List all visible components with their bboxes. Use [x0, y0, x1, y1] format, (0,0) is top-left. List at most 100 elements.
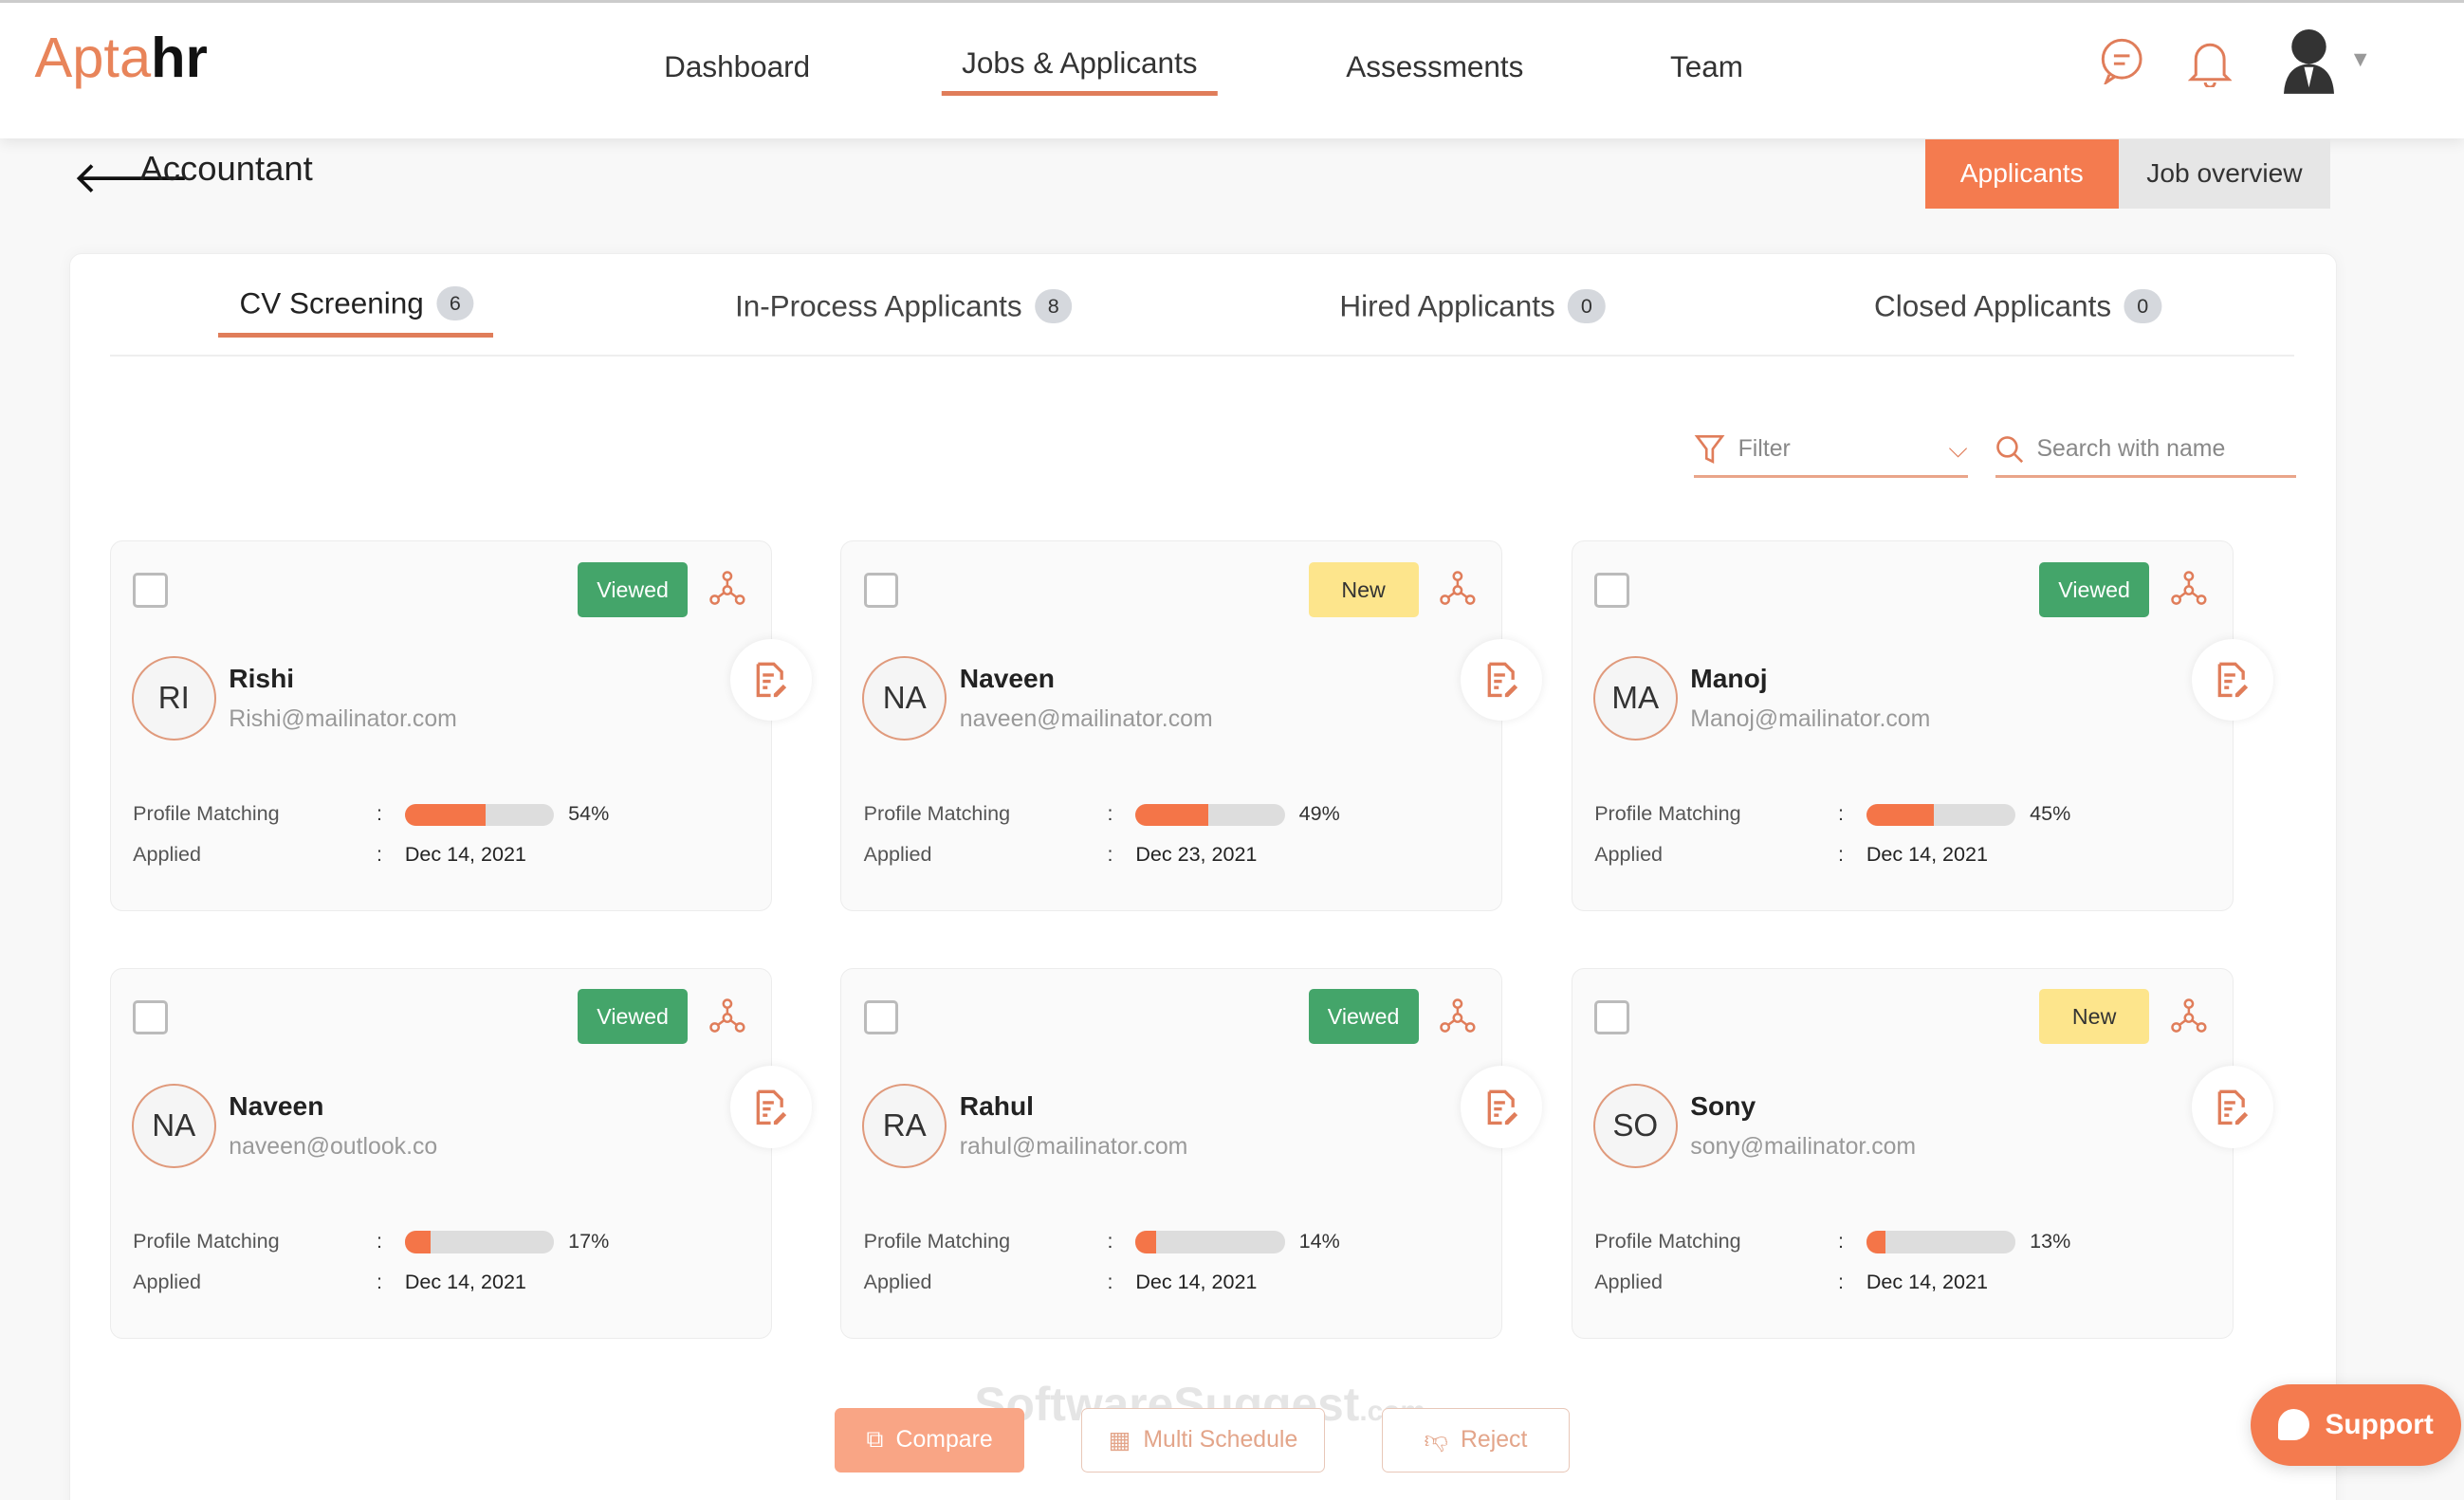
network-share-icon[interactable]	[2170, 997, 2208, 1035]
applied-label: Applied	[863, 1270, 932, 1293]
applicant-email: sony@mailinator.com	[1690, 1133, 1917, 1160]
applicant-email: naveen@outlook.co	[229, 1133, 438, 1160]
applied-label: Applied	[133, 1270, 201, 1293]
colon: :	[377, 1229, 382, 1253]
applied-date: Dec 23, 2021	[1135, 843, 1258, 867]
profile-match-percent: 14%	[1298, 1229, 1340, 1253]
tab-in-process[interactable]: In-Process Applicants 8	[735, 288, 1073, 324]
colon: :	[1838, 1229, 1845, 1253]
user-avatar-icon[interactable]	[2279, 25, 2339, 95]
applied-label: Applied	[133, 843, 201, 867]
profile-match-fill	[1866, 803, 1934, 826]
select-checkbox[interactable]	[1594, 573, 1629, 608]
applicant-name[interactable]: Naveen	[960, 664, 1055, 694]
tab-hired[interactable]: Hired Applicants 0	[1339, 288, 1606, 324]
applicant-name[interactable]: Sony	[1690, 1091, 1756, 1122]
resume-edit-button[interactable]	[1461, 638, 1543, 721]
applicant-card[interactable]: New NA Naveen naveen@mailinator.com Prof…	[840, 540, 1543, 912]
aptahr-logo[interactable]: Aptahr	[34, 25, 207, 90]
applicants-toggle[interactable]: Applicants	[1924, 139, 2119, 210]
status-badge: Viewed	[2039, 561, 2150, 617]
applicant-email: Rishi@mailinator.com	[229, 705, 457, 732]
nav-team[interactable]: Team	[1670, 50, 1743, 84]
avatar: RI	[131, 655, 216, 741]
count-badge: 8	[1034, 288, 1073, 324]
thumbs-down-icon: 👎︎	[1424, 1427, 1448, 1454]
avatar: SO	[1592, 1083, 1678, 1169]
applied-label: Applied	[863, 843, 932, 867]
applicant-name[interactable]: Manoj	[1690, 664, 1767, 694]
profile-match-bar	[404, 803, 555, 826]
resume-edit-button[interactable]	[729, 638, 812, 721]
applicant-email: Manoj@mailinator.com	[1690, 705, 1931, 732]
support-button[interactable]: Support	[2250, 1383, 2461, 1466]
applicant-name[interactable]: Rishi	[229, 664, 294, 694]
document-edit-icon	[756, 662, 787, 698]
profile-matching-label: Profile Matching	[133, 802, 280, 826]
nav-dashboard[interactable]: Dashboard	[664, 50, 810, 84]
compare-button[interactable]: ⧉ Compare	[834, 1407, 1025, 1473]
resume-edit-button[interactable]	[2191, 1066, 2273, 1148]
applicant-card[interactable]: New SO Sony sony@mailinator.com Profile …	[1572, 967, 2273, 1339]
applicant-card[interactable]: Viewed MA Manoj Manoj@mailinator.com Pro…	[1572, 540, 2273, 912]
status-badge: New	[1308, 561, 1419, 617]
select-checkbox[interactable]	[863, 573, 899, 608]
tabs-divider	[109, 355, 2295, 357]
applicant-name[interactable]: Naveen	[229, 1091, 323, 1122]
applied-date: Dec 14, 2021	[1866, 843, 1988, 867]
bell-icon[interactable]	[2187, 37, 2232, 88]
document-edit-icon	[2218, 662, 2249, 698]
multi-schedule-button[interactable]: ▦ Multi Schedule	[1081, 1407, 1325, 1473]
document-edit-icon	[1487, 1089, 1517, 1125]
tab-closed[interactable]: Closed Applicants 0	[1874, 288, 2162, 324]
profile-match-fill	[1135, 803, 1209, 826]
profile-matching-label: Profile Matching	[863, 802, 1011, 826]
colon: :	[1838, 802, 1845, 826]
filter-dropdown[interactable]: Filter ⌵	[1694, 424, 1968, 478]
document-edit-icon	[756, 1089, 787, 1125]
resume-edit-button[interactable]	[729, 1066, 812, 1148]
avatar: NA	[131, 1083, 216, 1169]
applied-label: Applied	[1594, 843, 1664, 867]
chevron-down-icon[interactable]: ▼	[2349, 46, 2371, 72]
chevron-down-icon: ⌵	[1948, 434, 1968, 464]
select-checkbox[interactable]	[863, 999, 899, 1035]
resume-edit-button[interactable]	[2191, 638, 2273, 721]
nav-assessments[interactable]: Assessments	[1346, 50, 1523, 84]
search-placeholder: Search with name	[2036, 436, 2226, 463]
colon: :	[1107, 1229, 1113, 1253]
job-overview-toggle[interactable]: Job overview	[2118, 139, 2331, 210]
status-badge: Viewed	[1308, 989, 1419, 1045]
profile-matching-label: Profile Matching	[1594, 802, 1741, 826]
reject-button[interactable]: 👎︎ Reject	[1381, 1407, 1571, 1473]
resume-edit-button[interactable]	[1461, 1066, 1543, 1148]
count-badge: 0	[1568, 288, 1606, 324]
network-share-icon[interactable]	[1439, 997, 1477, 1035]
select-checkbox[interactable]	[1594, 999, 1629, 1035]
select-checkbox[interactable]	[133, 999, 168, 1035]
colon: :	[377, 802, 382, 826]
applicant-card[interactable]: Viewed RA Rahul rahul@mailinator.com Pro…	[840, 967, 1543, 1339]
profile-match-percent: 49%	[1298, 802, 1340, 826]
search-input[interactable]: Search with name	[1995, 424, 2296, 478]
filter-icon	[1694, 435, 1725, 465]
network-share-icon[interactable]	[708, 997, 746, 1035]
network-share-icon[interactable]	[1439, 570, 1477, 608]
avatar: RA	[862, 1083, 947, 1169]
chat-icon[interactable]	[2100, 37, 2143, 85]
document-edit-icon	[2218, 1089, 2249, 1125]
nav-jobs-applicants[interactable]: Jobs & Applicants	[941, 46, 1218, 96]
profile-match-bar	[1135, 1231, 1285, 1253]
applicant-card[interactable]: Viewed RI Rishi Rishi@mailinator.com Pro…	[109, 540, 812, 912]
colon: :	[1107, 1270, 1113, 1293]
network-share-icon[interactable]	[708, 570, 746, 608]
profile-match-percent: 13%	[2030, 1229, 2071, 1253]
network-share-icon[interactable]	[2170, 570, 2208, 608]
applicant-card[interactable]: Viewed NA Naveen naveen@outlook.co Profi…	[109, 967, 812, 1339]
select-checkbox[interactable]	[133, 573, 168, 608]
document-edit-icon	[1487, 662, 1517, 698]
tab-cv-screening[interactable]: CV Screening 6	[240, 285, 474, 321]
applied-date: Dec 14, 2021	[404, 843, 526, 867]
calendar-icon: ▦	[1108, 1427, 1131, 1454]
applicant-name[interactable]: Rahul	[960, 1091, 1034, 1122]
